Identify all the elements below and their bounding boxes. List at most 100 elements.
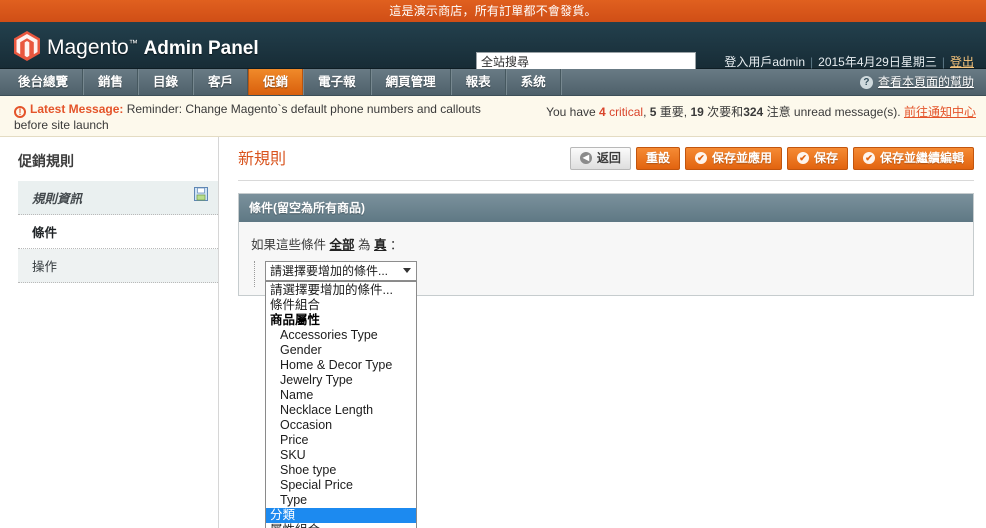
logo-trademark: ™: [128, 38, 138, 48]
dropdown-option[interactable]: Occasion: [266, 418, 416, 433]
new-condition-dropdown[interactable]: 請選擇要增加的條件... 條件組合 商品屬性 Accessories Type …: [265, 281, 417, 528]
sidebar-item-actions[interactable]: 操作: [18, 249, 218, 283]
conditions-suffix: ：: [390, 238, 403, 252]
logo-admin-panel: Admin Panel: [143, 38, 259, 59]
new-condition-selected-value: 請選擇要增加的條件...: [270, 264, 389, 278]
page-help-label: 查看本頁面的幫助: [877, 74, 974, 89]
notice-word: 注意: [766, 105, 791, 119]
admin-page: 這是演示商店，所有訂單都不會發貨。 Magento™ Admin Panel 登…: [0, 0, 986, 528]
save-button-label: 保存: [813, 151, 838, 165]
current-date: 2015年4月29日星期三: [818, 55, 937, 69]
nav-item-dashboard[interactable]: 後台總覽: [0, 69, 84, 95]
header-user-info: 登入用戶admin | 2015年4月29日星期三 | 登出: [724, 53, 974, 70]
back-button[interactable]: ◀ 返回: [569, 147, 631, 170]
minor-count: 19: [690, 105, 704, 119]
dropdown-option-highlighted[interactable]: 分類: [266, 508, 416, 523]
notifications-link[interactable]: 前往通知中心: [904, 105, 976, 119]
dropdown-option[interactable]: Jewelry Type: [266, 373, 416, 388]
dropdown-option[interactable]: 屬性組合: [266, 523, 416, 528]
sidebar-item-rule-information[interactable]: 規則資訊: [18, 181, 218, 215]
rule-sidebar: 促銷規則 規則資訊 條件 操作: [0, 137, 219, 528]
unread-message-counts: You have 4 critical, 5 重要, 19 次要和324 注意 …: [546, 105, 976, 119]
back-arrow-icon: ◀: [579, 152, 592, 164]
conditions-value[interactable]: 真: [374, 238, 387, 252]
major-count: 5: [649, 105, 657, 119]
new-condition-select-wrap: 請選擇要增加的條件... 請選擇要增加的條件... 條件組合 商品屬性 Acce…: [265, 261, 417, 528]
dropdown-option[interactable]: Type: [266, 493, 416, 508]
dropdown-option[interactable]: Special Price: [266, 478, 416, 493]
page-head: 新規則 ◀ 返回 重設 ✔ 保存並應用 ✔ 保存 ✔ 保存並繼續編輯: [238, 147, 974, 181]
major-word: 重要: [659, 105, 684, 119]
critical-word: critical: [609, 105, 644, 119]
nav-item-reports[interactable]: 報表: [450, 69, 506, 95]
dropdown-option[interactable]: Name: [266, 388, 416, 403]
conditions-panel-heading: 條件(留空為所有商品): [239, 194, 973, 222]
sidebar-item-conditions[interactable]: 條件: [18, 215, 218, 249]
logout-link[interactable]: 登出: [950, 55, 974, 69]
save-and-apply-label: 保存並應用: [711, 151, 772, 165]
save-button[interactable]: ✔ 保存: [786, 147, 848, 170]
logo-text: Magento™ Admin Panel: [47, 30, 259, 62]
save-icon: [194, 187, 208, 201]
dropdown-option[interactable]: Accessories Type: [266, 328, 416, 343]
reset-button[interactable]: 重設: [635, 147, 680, 170]
separator-1: |: [810, 55, 814, 69]
rule-editor: 新規則 ◀ 返回 重設 ✔ 保存並應用 ✔ 保存 ✔ 保存並繼續編輯 條件(留空…: [220, 137, 986, 528]
latest-message-text: ! Latest Message: Reminder: Change Magent…: [14, 102, 514, 133]
dropdown-optgroup: 商品屬性: [270, 313, 321, 327]
nav-item-system[interactable]: 系统: [505, 69, 561, 95]
conditions-panel: 條件(留空為所有商品) 如果這些條件 全部 為 真 ： 請選擇要增加的條件...: [238, 193, 974, 528]
page-help-link[interactable]: ? 查看本頁面的幫助: [859, 69, 986, 95]
nav-item-cms[interactable]: 網頁管理: [370, 69, 451, 95]
dropdown-option[interactable]: 請選擇要增加的條件...: [266, 283, 416, 298]
sidebar-item-label: 規則資訊: [32, 192, 83, 206]
sidebar-item-label: 操作: [32, 260, 58, 274]
back-button-label: 返回: [596, 151, 621, 165]
dropdown-option[interactable]: Necklace Length: [266, 403, 416, 418]
separator-2: |: [941, 55, 945, 69]
dropdown-option[interactable]: Shoe type: [266, 463, 416, 478]
new-condition-select[interactable]: 請選擇要增加的條件...: [265, 261, 417, 281]
nav-item-customers[interactable]: 客戶: [193, 69, 249, 95]
page-content: 促銷規則 規則資訊 條件 操作 新規則 ◀ 返回 重設 ✔ 保存並應用 ✔ 保存…: [0, 137, 986, 528]
chevron-down-icon: [403, 268, 411, 273]
magento-logo-icon: [14, 31, 40, 61]
minor-word: 次要和: [707, 105, 744, 119]
dropdown-option[interactable]: Gender: [266, 343, 416, 358]
save-and-continue-label: 保存並繼續編輯: [879, 151, 964, 165]
latest-message-bar: ! Latest Message: Reminder: Change Magent…: [0, 96, 986, 137]
nav-item-promotions[interactable]: 促銷: [248, 69, 304, 95]
dropdown-option[interactable]: Price: [266, 433, 416, 448]
logged-in-user: 登入用戶admin: [724, 55, 806, 69]
counts-suffix: unread message(s).: [793, 105, 901, 119]
page-action-buttons: ◀ 返回 重設 ✔ 保存並應用 ✔ 保存 ✔ 保存並繼續編輯: [569, 147, 974, 170]
nav-item-catalog[interactable]: 目錄: [138, 69, 194, 95]
save-and-continue-button[interactable]: ✔ 保存並繼續編輯: [852, 147, 974, 170]
latest-message-label: Latest Message:: [30, 102, 124, 116]
sidebar-item-label: 條件: [32, 226, 58, 240]
question-mark-icon: ?: [859, 75, 873, 89]
logo-brand: Magento: [47, 36, 129, 59]
dropdown-option[interactable]: SKU: [266, 448, 416, 463]
nav-item-sales[interactable]: 銷售: [83, 69, 139, 95]
reset-button-label: 重設: [645, 151, 670, 165]
critical-count: 4: [599, 105, 606, 119]
conditions-panel-body: 如果這些條件 全部 為 真 ： 請選擇要增加的條件... 請選擇要增加的條件..…: [239, 222, 973, 528]
check-icon: ✔: [796, 152, 809, 164]
check-icon: ✔: [862, 152, 875, 164]
notice-count: 324: [743, 105, 764, 119]
demo-store-notice: 這是演示商店，所有訂單都不會發貨。: [0, 0, 986, 22]
magento-logo[interactable]: Magento™ Admin Panel: [14, 30, 259, 62]
dropdown-option[interactable]: 條件組合: [266, 298, 416, 313]
conditions-prefix: 如果這些條件: [251, 238, 327, 252]
counts-prefix: You have: [546, 105, 596, 119]
alert-icon: !: [14, 106, 26, 118]
page-header: Magento™ Admin Panel 登入用戶admin | 2015年4月29…: [0, 22, 986, 71]
conditions-sentence: 如果這些條件 全部 為 真 ：: [251, 234, 963, 253]
conditions-aggregator[interactable]: 全部: [330, 238, 355, 252]
save-and-apply-button[interactable]: ✔ 保存並應用: [684, 147, 782, 170]
main-navigation: 後台總覽 銷售 目錄 客戶 促銷 電子報 網頁管理 報表 系统 ? 查看本頁面的…: [0, 69, 986, 96]
dropdown-option[interactable]: Home & Decor Type: [266, 358, 416, 373]
nav-item-newsletter[interactable]: 電子報: [303, 69, 371, 95]
conditions-mid: 為: [358, 238, 371, 252]
